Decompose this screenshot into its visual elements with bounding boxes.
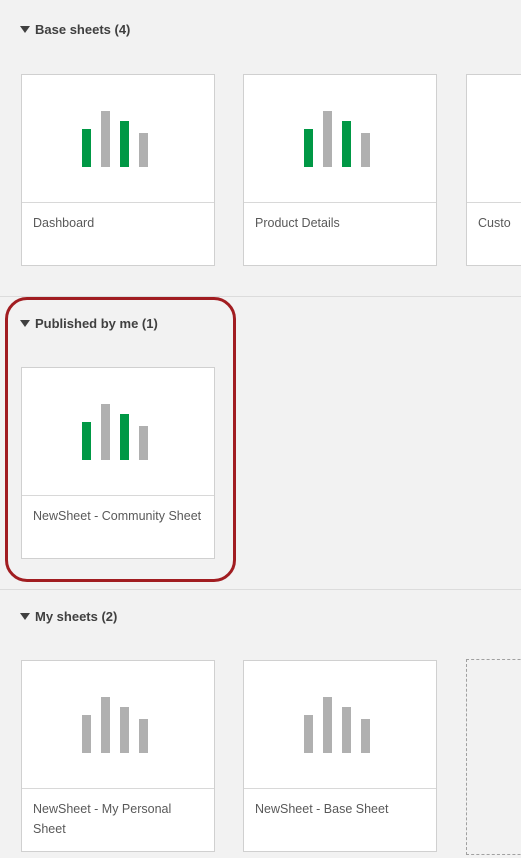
sheet-card-product-details[interactable]: Product Details [243, 74, 437, 266]
chart-bar [120, 121, 129, 167]
chart-bar [361, 133, 370, 167]
chart-bar [342, 121, 351, 167]
section-divider [0, 589, 521, 590]
chart-bar [323, 697, 332, 753]
section-divider [0, 296, 521, 297]
bar-chart-icon [304, 111, 376, 167]
sheet-title: Custo [478, 216, 511, 230]
chart-bar [120, 414, 129, 460]
sheet-thumbnail [22, 368, 214, 496]
bar-chart-icon [82, 111, 154, 167]
sheet-title: Dashboard [33, 216, 95, 230]
sheet-title: NewSheet - Base Sheet [255, 802, 389, 816]
create-new-sheet-placeholder[interactable] [466, 659, 521, 855]
chart-bar [101, 697, 110, 753]
sheet-card-my-personal-sheet[interactable]: NewSheet - My Personal Sheet [21, 660, 215, 852]
chart-bar [342, 707, 351, 753]
chart-bar [139, 426, 148, 460]
bar-chart-icon [82, 404, 154, 460]
chart-bar [82, 129, 91, 167]
sheet-card-custo[interactable]: Custo [466, 74, 521, 266]
sheet-title: Product Details [255, 216, 340, 230]
sheet-card-base-sheet[interactable]: NewSheet - Base Sheet [243, 660, 437, 852]
caret-down-icon [20, 320, 30, 327]
chart-bar [323, 111, 332, 167]
caret-down-icon [20, 613, 30, 620]
chart-bar [304, 129, 313, 167]
sheet-thumbnail [22, 75, 214, 203]
section-label: Published by me (1) [35, 316, 158, 331]
chart-bar [304, 715, 313, 753]
section-label: My sheets (2) [35, 609, 118, 624]
sheet-thumbnail [22, 661, 214, 789]
sheet-thumbnail [244, 75, 436, 203]
section-label: Base sheets (4) [35, 22, 131, 37]
chart-bar [101, 404, 110, 460]
sheet-card-dashboard[interactable]: Dashboard [21, 74, 215, 266]
chart-bar [82, 422, 91, 460]
chart-bar [120, 707, 129, 753]
section-header-published-by-me[interactable]: Published by me (1) [20, 316, 158, 331]
chart-bar [139, 133, 148, 167]
chart-bar [82, 715, 91, 753]
chart-bar [101, 111, 110, 167]
section-header-my-sheets[interactable]: My sheets (2) [20, 609, 117, 624]
caret-down-icon [20, 26, 30, 33]
sheet-title: NewSheet - My Personal Sheet [33, 802, 172, 836]
section-header-base-sheets[interactable]: Base sheets (4) [20, 22, 130, 37]
sheet-card-community-sheet[interactable]: NewSheet - Community Sheet [21, 367, 215, 559]
sheet-thumbnail [244, 661, 436, 789]
chart-bar [361, 719, 370, 753]
sheet-title: NewSheet - Community Sheet [33, 509, 202, 523]
chart-bar [139, 719, 148, 753]
bar-chart-icon [82, 697, 154, 753]
bar-chart-icon [304, 697, 376, 753]
sheet-thumbnail [467, 75, 521, 203]
